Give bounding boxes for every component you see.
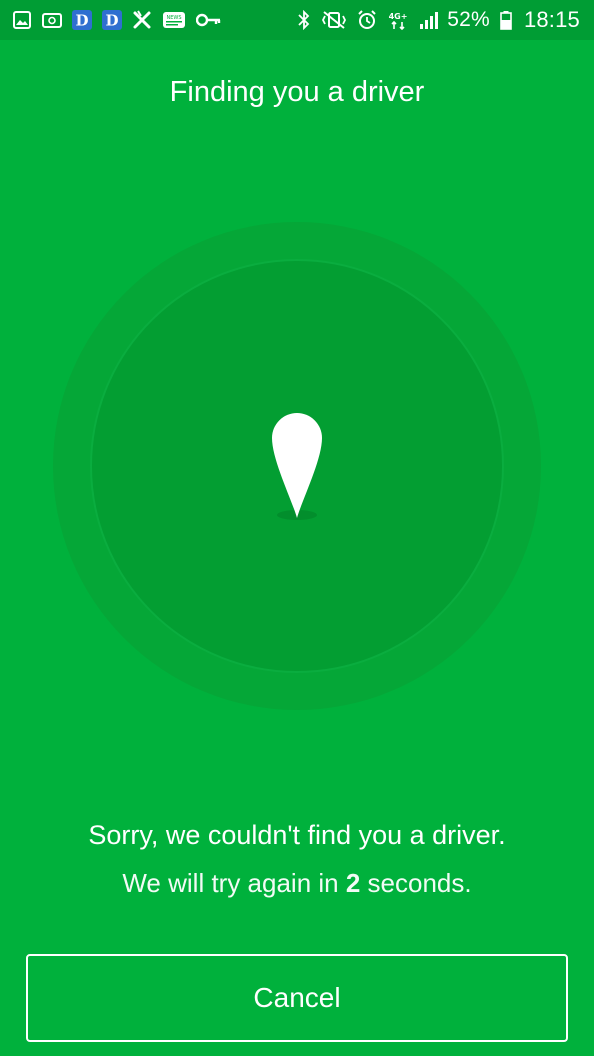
driver-search-screen: D D NEWS 4G+ 52% 18:15 Finding you a dri… [0,0,594,1056]
retry-message: We will try again in 2 seconds. [0,868,594,899]
gallery-icon [12,10,32,30]
battery-icon [500,10,512,30]
retry-countdown: 2 [345,868,361,898]
retry-prefix: We will try again in [122,868,346,898]
app-d-icon: D [102,10,122,30]
network-label: 4G+ [389,12,408,21]
page-title: Finding you a driver [169,76,425,108]
signal-icon [419,10,439,30]
retry-suffix: seconds. [360,868,472,898]
status-bar: D D NEWS 4G+ 52% 18:15 [0,0,594,40]
news-badge-text: NEWS [166,15,181,21]
alarm-icon [357,10,377,30]
bluetooth-icon [297,10,311,30]
notification-icons: D D NEWS [12,10,222,30]
app-x-icon [132,10,152,30]
vibrate-icon [321,10,347,30]
location-pin-icon [272,413,322,520]
app-d-icon: D [72,10,92,30]
svg-text:D: D [75,12,88,30]
battery-percent: 52% [447,8,490,31]
news-icon: NEWS [162,10,186,30]
network-4g-icon: 4G+ [387,10,409,30]
svg-text:D: D [105,12,118,30]
no-driver-message: Sorry, we couldn't find you a driver. [88,820,506,850]
status-time: 18:15 [523,7,580,32]
system-status: 4G+ 52% 18:15 [297,7,580,33]
cast-icon [42,10,62,30]
key-icon [196,10,222,30]
cancel-button[interactable]: Cancel [26,954,568,1042]
